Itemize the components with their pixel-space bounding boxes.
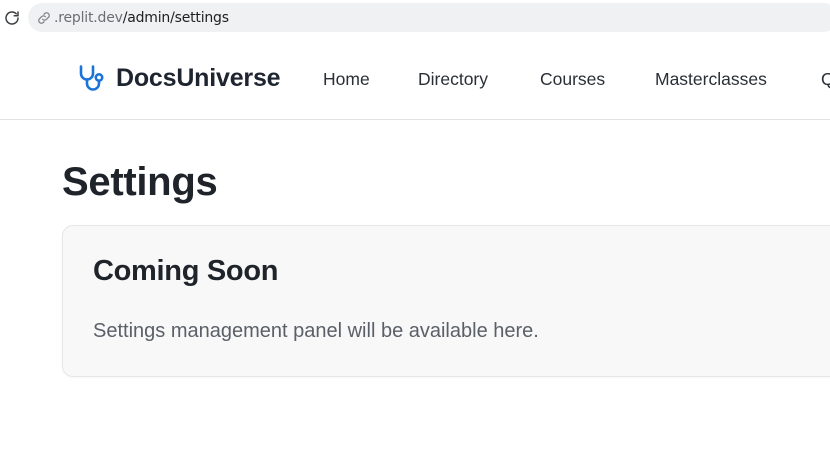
site-header: DocsUniverse Home Directory Courses Mast… (0, 36, 830, 120)
stethoscope-icon (77, 63, 107, 93)
nav-q-truncated[interactable]: Q (821, 69, 830, 90)
url-domain: .replit.dev (54, 9, 123, 26)
page-title: Settings (62, 160, 218, 204)
brand-name: DocsUniverse (116, 63, 281, 92)
card-description: Settings management panel will be availa… (93, 320, 539, 342)
coming-soon-card: Coming Soon Settings management panel wi… (62, 225, 830, 377)
reload-icon[interactable] (2, 8, 22, 28)
address-bar[interactable]: .replit.dev/admin/settings (28, 3, 830, 32)
nav-masterclasses[interactable]: Masterclasses (655, 69, 767, 90)
browser-toolbar: .replit.dev/admin/settings (0, 0, 830, 36)
link-icon (36, 10, 52, 26)
nav-courses[interactable]: Courses (540, 69, 605, 90)
brand-logo-link[interactable]: DocsUniverse (77, 63, 281, 93)
url-path: /admin/settings (122, 9, 229, 26)
nav-home[interactable]: Home (323, 69, 370, 90)
nav-directory[interactable]: Directory (418, 69, 488, 90)
card-title: Coming Soon (93, 255, 279, 287)
